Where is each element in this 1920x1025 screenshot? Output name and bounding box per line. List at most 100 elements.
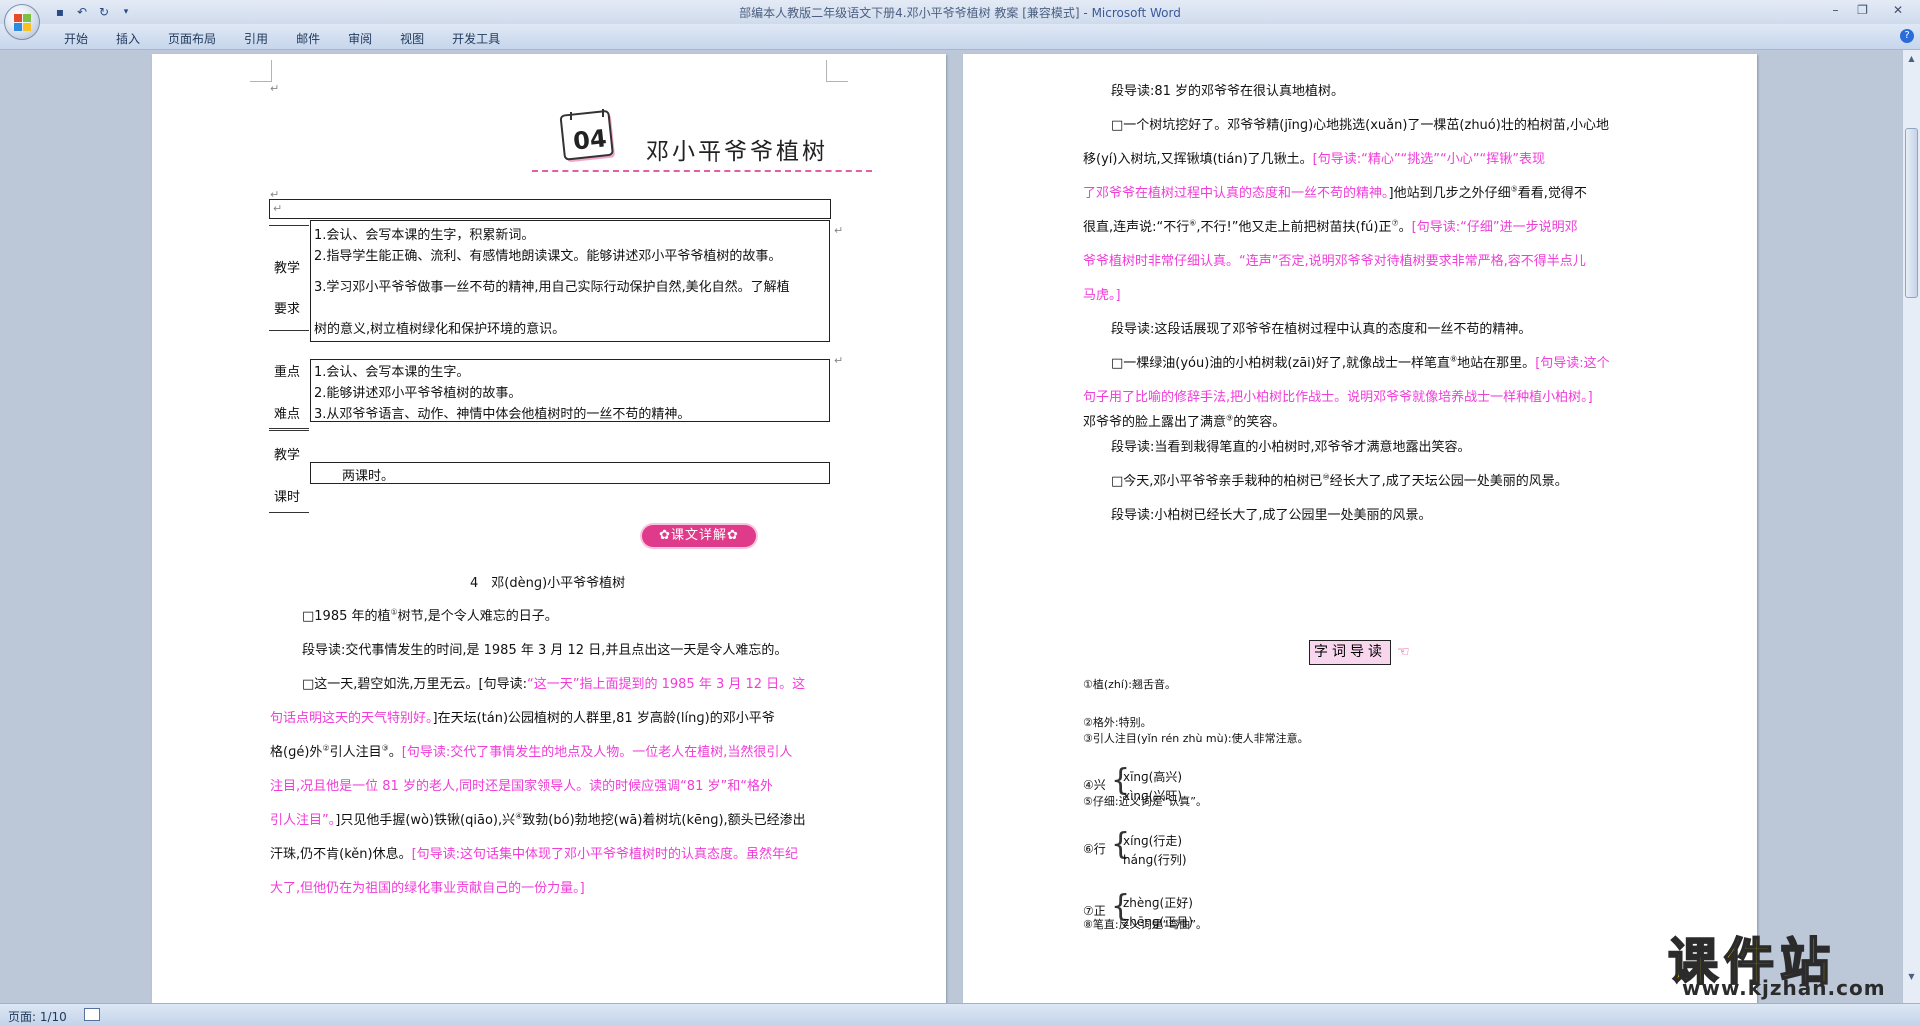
guide-annotation: [句导读:“仔细”进一步说明邓 (1411, 220, 1578, 235)
polyphone-reading: zhènɡ(正好) (1123, 896, 1193, 910)
scroll-up-icon[interactable]: ▲ (1905, 52, 1918, 66)
body-text: 段导读:小柏树已经长大了,成了公园里一处美丽的风景。 (1111, 508, 1432, 523)
goals-line-3: 3.学习邓小平爷爷做事一丝不苟的精神,用自己实际行动保护自然,美化自然。了解植 (314, 280, 790, 295)
right_page-line: 移(yí)入树坑,又挥锹填(tián)了几锹土。[句导读:“精心”“挑选”“小心… (1083, 148, 1545, 167)
key-label-1: 重点 (274, 365, 301, 380)
left_page-line: 段导读:交代事情发生的时间,是 1985 年 3 月 12 日,并且点出这一天是… (302, 639, 787, 658)
guide-annotation: 句子用了比喻的修辞手法,把小柏树比作战士。说明邓爷爷就像培养战士一样种植小柏树。… (1083, 390, 1593, 405)
guide-annotation: [句导读:这个 (1535, 356, 1610, 371)
right_page-line: 段导读:这段话展现了邓爷爷在植树过程中认真的态度和一丝不苟的精神。 (1111, 318, 1531, 337)
goals-line-2: 2.指导学生能正确、流利、有感情地朗读课文。能够讲述邓小平爷爷植树的故事。 (314, 249, 782, 264)
body-text: ]他站到几步之外仔细 (1388, 186, 1511, 201)
page-left: ↵ 04 邓小平爷爷植树 I ↵ ↵ 教学 要求 1.会认、会写本课的生字，积累… (152, 54, 946, 1003)
right_page-line: 段导读:当看到栽得笔直的小柏树时,邓爷爷才满意地露出笑容。 (1111, 436, 1471, 455)
polyphone-reading: xìnɡ(兴旺) (1123, 789, 1183, 803)
page-count[interactable]: 页面: 1/10 (8, 1008, 67, 1025)
guide-annotation: [句导读:交代了事情发生的地点及人物。一位老人在植树,当然很引人 (401, 745, 793, 760)
status-bar: 页面: 1/10 (0, 1003, 1920, 1025)
tab-review[interactable]: 审阅 (334, 28, 386, 49)
section-heading-pill: ✿课文详解✿ (642, 525, 756, 547)
window-controls: – ❐ ✕ (1822, 0, 1920, 20)
body-text: 汗珠,仍不肯(kěn)休息。 (270, 847, 412, 862)
polyphone-char: ④兴 (1083, 778, 1106, 792)
body-text: 地站在那里。 (1457, 356, 1536, 371)
footnote-marker: ② (322, 743, 330, 753)
tab-home[interactable]: 开始 (50, 28, 102, 49)
left_page-line: 注目,况且他是一位 81 岁的老人,同时还是国家领导人。读的时候应强调“81 岁… (270, 775, 773, 794)
glossary-item: ①植(zhí):翘舌音。 (1083, 678, 1176, 691)
tab-developer[interactable]: 开发工具 (438, 28, 514, 49)
lesson-number-badge: 04 (559, 109, 615, 162)
pointing-hand-icon: ☜ (1397, 644, 1410, 660)
body-text: 移(yí)入树坑,又挥锹填(tián)了几锹土。 (1083, 152, 1313, 167)
watermark-url: www.kjzhan.com (1682, 976, 1886, 1000)
tab-insert[interactable]: 插入 (102, 28, 154, 49)
body-text: 看看,觉得不 (1517, 186, 1587, 201)
body-text: □今天,邓小平爷爷亲手栽种的柏树已 (1111, 474, 1323, 489)
page-right: 段导读:81 岁的邓爷爷在很认真地植树。 □一个树坑挖好了。邓爷爷精(jīnɡ)心… (963, 54, 1757, 1003)
body-text: 致勃(bó)勃地挖(wā)着树坑(kēnɡ),额头已经渗出 (522, 813, 806, 828)
body-text: □1985 年的植 (302, 609, 391, 624)
close-icon[interactable]: ✕ (1876, 0, 1920, 20)
body-text: 段导读:这段话展现了邓爷爷在植树过程中认真的态度和一丝不苟的精神。 (1111, 322, 1532, 337)
right_page-line: 句子用了比喻的修辞手法,把小柏树比作战士。说明邓爷爷就像培养战士一样种植小柏树。… (1083, 386, 1593, 405)
lesson-heading: 4 邓(dènɡ)小平爷爷植树 (470, 576, 626, 591)
right_page-line: 很直,连声说:“不行⑥,不行!”他又走上前把树苗扶(fú)正⑦。[句导读:“仔细… (1083, 216, 1578, 235)
body-text: 段导读:81 岁的邓爷爷在很认真地植树。 (1111, 84, 1345, 99)
title-underline (532, 170, 872, 172)
right_page-line: 爷爷植树时非常仔细认真。“连声”否定,说明邓爷爷对待植树要求非常严格,容不得半点… (1083, 250, 1586, 269)
vertical-scrollbar[interactable]: ▲ ▼ (1902, 50, 1920, 1003)
scroll-thumb[interactable] (1905, 128, 1918, 298)
tab-view[interactable]: 视图 (386, 28, 438, 49)
table-header-row: ↵ (269, 199, 831, 219)
tab-references[interactable]: 引用 (230, 28, 282, 49)
polyphone-reading: hánɡ(行列) (1123, 853, 1187, 867)
minimize-icon[interactable]: – (1822, 0, 1849, 20)
hours-value: 两课时。 (342, 469, 395, 484)
title-bar: ▪ ↶ ↻ ▾ 部编本人教版二年级语文下册4.邓小平爷爷植树 教案 [兼容模式]… (0, 0, 1920, 24)
glossary-item: ②格外:特别。 (1083, 716, 1152, 729)
right_page-line: □今天,邓小平爷爷亲手栽种的柏树已⑩经长大了,成了天坛公园一处美丽的风景。 (1111, 470, 1568, 489)
left_page-line: □这一天,碧空如洗,万里无云。[句导读:“这一天”指上面提到的 1985 年 3… (302, 673, 805, 692)
key-point-1: 1.会认、会写本课的生字。 (314, 365, 470, 380)
guide-annotation: 注目,况且他是一位 81 岁的老人,同时还是国家领导人。读的时候应强调“81 岁… (270, 779, 773, 794)
left_page-line: 引人注目”。]只见他手握(wò)铁锹(qiāo),兴④致勃(bó)勃地挖(wā)… (270, 809, 806, 828)
body-text: ]只见他手握(wò)铁锹(qiāo),兴 (335, 813, 516, 828)
guide-annotation: 大了,但他仍在为祖国的绿化事业贡献自己的一份力量。] (270, 881, 585, 896)
polyphone-reading: xínɡ(行走) (1123, 834, 1183, 848)
left_page-line: 汗珠,仍不肯(kěn)休息。[句导读:这句话集中体现了邓小平爷爷植树时的认真态度… (270, 843, 798, 862)
body-text: □这一天,碧空如洗,万里无云。[句导读: (302, 677, 527, 692)
ribbon-tabs: 开始 插入 页面布局 引用 邮件 审阅 视图 开发工具 (50, 28, 514, 49)
margin-corner-mark (250, 60, 272, 82)
body-text: 邓爷爷的脸上露出了满意 (1083, 415, 1227, 430)
footnote-marker: ⑤ (1510, 184, 1518, 194)
right_page-line: 邓爷爷的脸上露出了满意⑨的笑容。 (1083, 411, 1285, 430)
table-divider (269, 330, 309, 331)
body-text: 的笑容。 (1233, 415, 1286, 430)
footnote-marker: ⑦ (1391, 218, 1399, 228)
right_page-line: 马虎。] (1083, 284, 1121, 303)
guide-annotation: 爷爷植树时非常仔细认真。“连声”否定,说明邓爷爷对待植树要求非常严格,容不得半点… (1083, 254, 1586, 269)
badge-number: 04 (572, 124, 608, 155)
watermark-logo: 课件站 www.kjzhan.com (1667, 922, 1908, 1002)
guide-annotation: 句话点明这天的天气特别好。 (270, 711, 433, 726)
proofing-icon[interactable] (84, 1008, 100, 1021)
tab-page-layout[interactable]: 页面布局 (154, 28, 230, 49)
body-text: 。 (1398, 220, 1412, 235)
guide-annotation: “这一天”指上面提到的 1985 年 3 月 12 日。这 (527, 677, 806, 692)
office-button[interactable] (4, 4, 40, 40)
help-icon[interactable]: ? (1900, 29, 1914, 43)
polyphone-char: ⑥行 (1083, 842, 1106, 856)
office-logo-icon (14, 14, 32, 32)
guide-annotation: 马虎。] (1083, 288, 1121, 303)
body-text: 经长大了,成了天坛公园一处美丽的风景。 (1329, 474, 1568, 489)
paragraph-mark: ↵ (834, 354, 844, 367)
body-text: ,不行!”他又走上前把树苗扶(fú)正 (1196, 220, 1392, 235)
margin-corner-mark (826, 60, 848, 82)
body-text: □一棵绿油(yóu)油的小柏树栽(zāi)好了,就像战士一样笔直 (1111, 356, 1450, 371)
restore-icon[interactable]: ❐ (1849, 0, 1876, 20)
glossary-title: 字词导读 (1309, 640, 1391, 665)
guide-annotation: [句导读:“精心”“挑选”“小心”“挥锹”表现 (1312, 152, 1545, 167)
paragraph-mark: ↵ (270, 82, 280, 95)
tab-mailings[interactable]: 邮件 (282, 28, 334, 49)
